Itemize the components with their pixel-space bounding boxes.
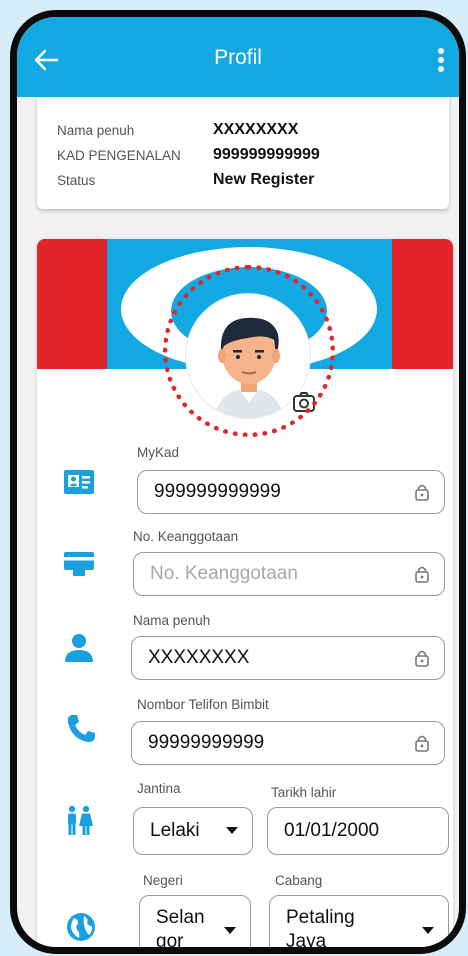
- phone-frame: Profil Nama penuh XXXXXXXX KAD PENGENALA…: [10, 10, 466, 954]
- membership-placeholder: No. Keanggotaan: [150, 563, 298, 584]
- fullname-field[interactable]: XXXXXXXX: [131, 636, 445, 680]
- membership-field[interactable]: No. Keanggotaan: [133, 552, 445, 596]
- state-value-line1: Selan: [156, 907, 205, 928]
- summary-value: 999999999999: [213, 146, 320, 163]
- fullname-value: XXXXXXXX: [148, 647, 250, 668]
- branch-label: Cabang: [275, 873, 323, 888]
- dob-value: 01/01/2000: [284, 820, 380, 841]
- summary-label: KAD PENGENALAN: [57, 147, 181, 163]
- lock-icon: [415, 566, 429, 583]
- page-title: Profil: [214, 46, 262, 69]
- membership-card-icon: [64, 552, 94, 576]
- lock-icon: [415, 484, 429, 501]
- summary-row-name: Nama penuh XXXXXXXX: [57, 121, 298, 139]
- lock-icon: [415, 650, 429, 667]
- state-label: Negeri: [143, 873, 183, 888]
- app-bar: Profil: [17, 17, 459, 97]
- phone-value: 99999999999: [148, 732, 265, 753]
- summary-label: Status: [57, 172, 96, 188]
- phone-icon: [67, 715, 95, 743]
- dob-field[interactable]: 01/01/2000: [267, 807, 449, 855]
- membership-label: No. Keanggotaan: [133, 529, 239, 544]
- gender-value: Lelaki: [150, 820, 200, 841]
- phone-field[interactable]: 99999999999: [131, 721, 445, 765]
- gender-label: Jantina: [137, 781, 181, 796]
- globe-icon: [67, 913, 95, 941]
- mykad-field[interactable]: 999999999999: [137, 470, 445, 514]
- summary-value: XXXXXXXX: [213, 121, 299, 138]
- profile-summary-card: Nama penuh XXXXXXXX KAD PENGENALAN 99999…: [37, 97, 449, 209]
- dob-label: Tarikh lahir: [271, 785, 337, 800]
- person-icon: [65, 634, 93, 662]
- status-badge: New Register: [213, 171, 315, 188]
- caret-down-icon: [422, 927, 434, 934]
- state-select[interactable]: Selan gor: [139, 895, 251, 952]
- branch-select[interactable]: Petaling Jaya: [269, 895, 449, 952]
- arrow-left-icon[interactable]: [31, 45, 61, 75]
- gender-select[interactable]: Lelaki: [133, 807, 253, 855]
- phone-label: Nombor Telifon Bimbit: [137, 697, 269, 712]
- more-vert-icon[interactable]: [433, 45, 449, 75]
- branch-value-line2: Jaya: [286, 931, 327, 952]
- summary-row-ic: KAD PENGENALAN 999999999999: [57, 146, 320, 164]
- mykad-value: 999999999999: [154, 481, 281, 502]
- caret-down-icon: [226, 827, 238, 834]
- lock-icon: [415, 735, 429, 752]
- fullname-label: Nama penuh: [133, 613, 211, 628]
- avatar-highlight-ring: [163, 265, 335, 437]
- profile-form-card: MyKad 999999999999 No. Keanggotaan No. K…: [37, 239, 453, 952]
- state-value-line2: gor: [156, 931, 184, 952]
- branch-value-line1: Petaling: [286, 907, 355, 928]
- gender-icon: [68, 805, 93, 835]
- mykad-label: MyKad: [137, 445, 180, 460]
- id-card-icon: [64, 470, 94, 494]
- summary-row-status: Status New Register: [57, 171, 314, 189]
- caret-down-icon: [224, 927, 236, 934]
- summary-label: Nama penuh: [57, 122, 135, 138]
